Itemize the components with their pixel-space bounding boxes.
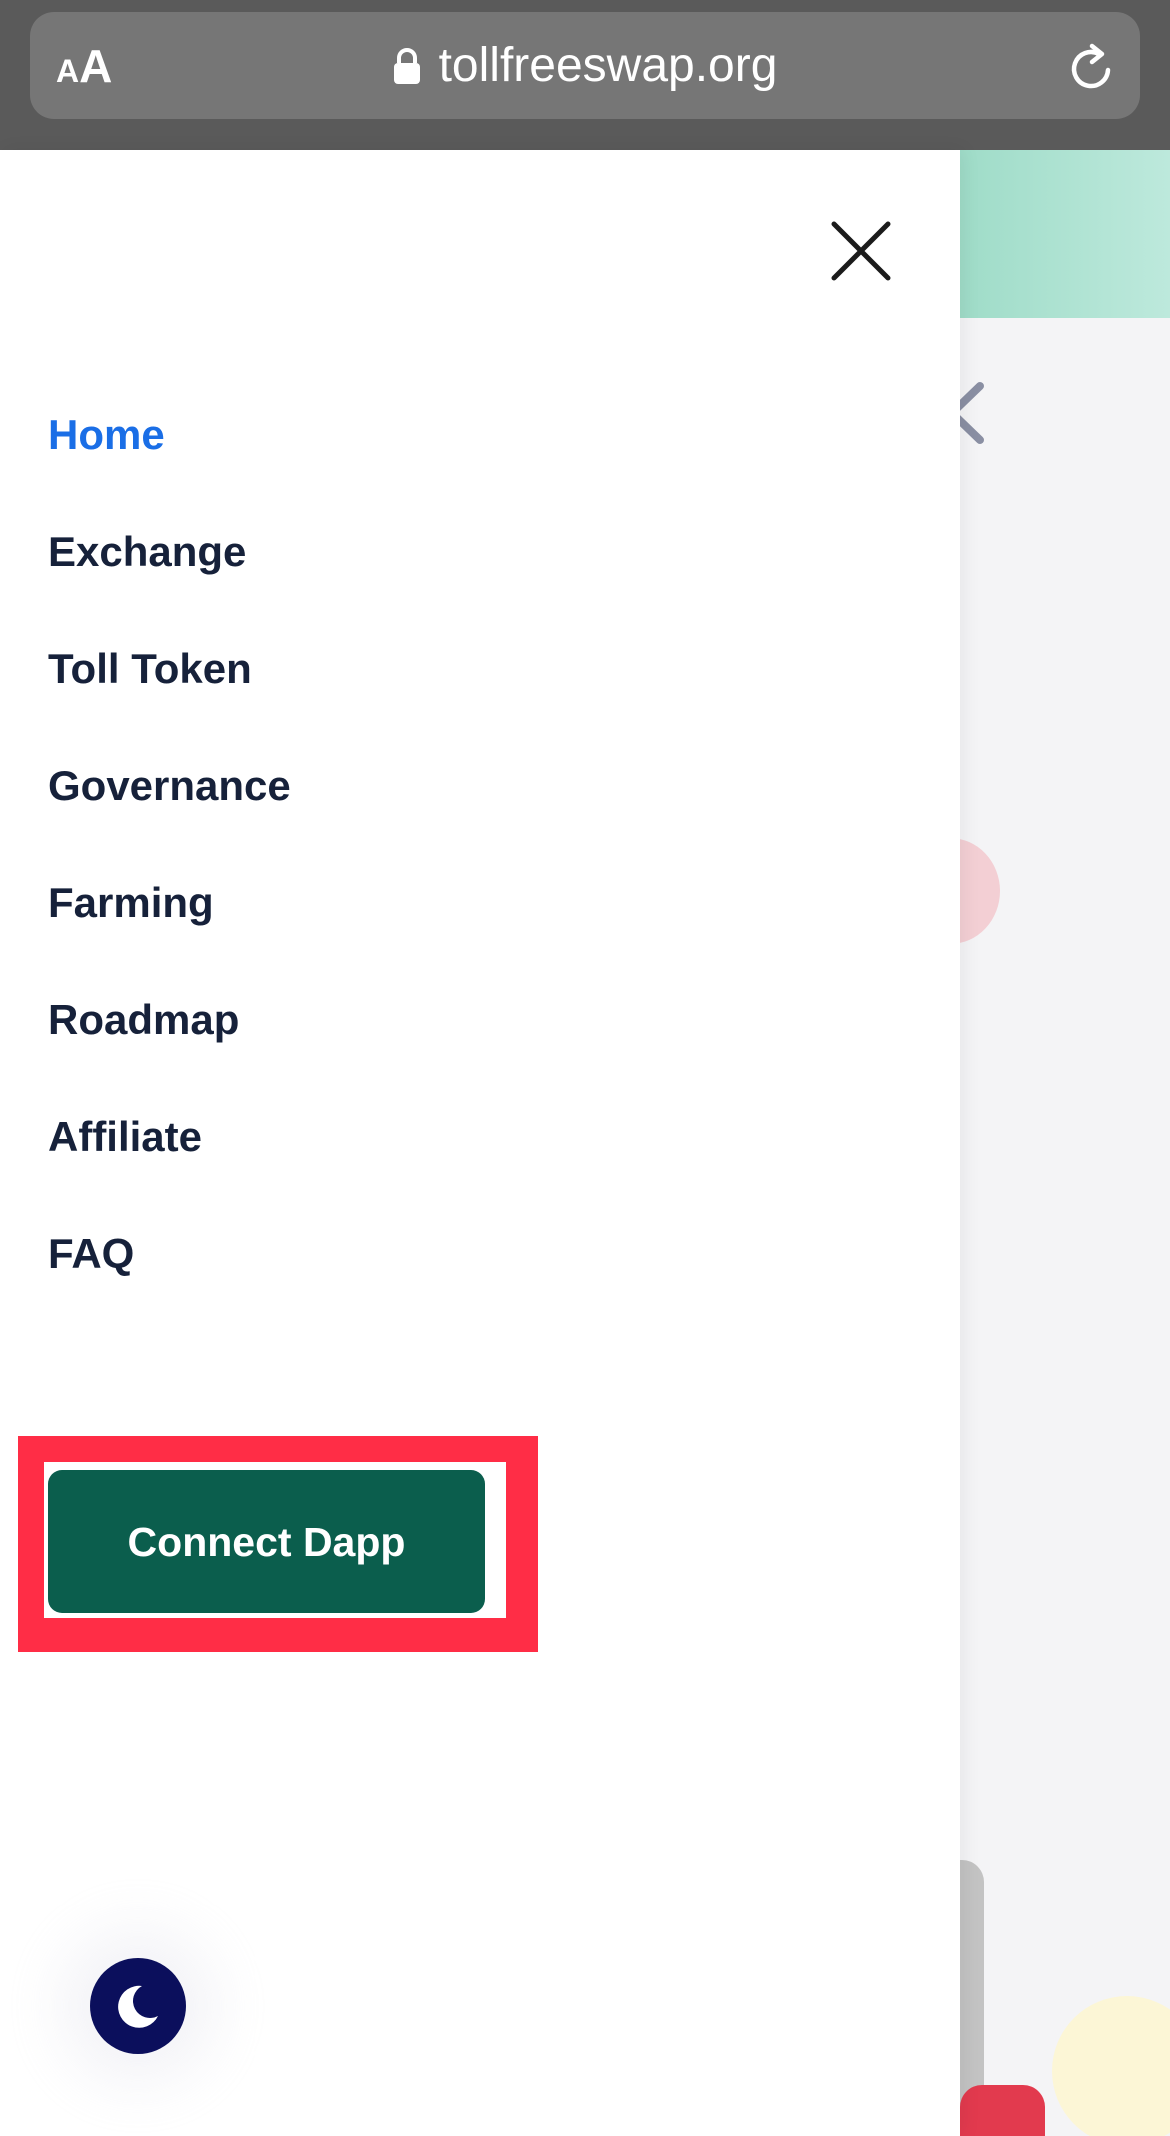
nav-item-faq[interactable]: FAQ xyxy=(48,1229,291,1346)
address-bar[interactable]: AA tollfreeswap.org xyxy=(30,12,1140,119)
lock-icon xyxy=(393,48,420,84)
nav-item-farming[interactable]: Farming xyxy=(48,878,291,995)
nav-item-exchange[interactable]: Exchange xyxy=(48,527,291,644)
nav-item-home[interactable]: Home xyxy=(48,410,291,527)
reload-icon[interactable] xyxy=(1066,40,1120,94)
nav-item-governance[interactable]: Governance xyxy=(48,761,291,878)
nav-menu: Home Exchange Toll Token Governance Farm… xyxy=(48,410,291,1346)
chevron-left-icon xyxy=(960,382,984,444)
background-red-shape xyxy=(960,2085,1045,2136)
decorative-circle-pink xyxy=(960,838,1000,944)
nav-item-toll-token[interactable]: Toll Token xyxy=(48,644,291,761)
theme-toggle-button[interactable] xyxy=(90,1958,186,2054)
url-text: tollfreeswap.org xyxy=(438,39,778,92)
navigation-drawer: Home Exchange Toll Token Governance Farm… xyxy=(0,150,960,2136)
nav-item-affiliate[interactable]: Affiliate xyxy=(48,1112,291,1229)
decorative-circle-yellow xyxy=(1052,1996,1170,2136)
nav-item-roadmap[interactable]: Roadmap xyxy=(48,995,291,1112)
url-display[interactable]: tollfreeswap.org xyxy=(30,36,1140,96)
background-page xyxy=(960,150,1170,2136)
browser-toolbar: AA tollfreeswap.org xyxy=(0,0,1170,150)
connect-dapp-button[interactable]: Connect Dapp xyxy=(48,1470,485,1613)
close-icon[interactable] xyxy=(826,216,896,286)
moon-icon xyxy=(118,1985,158,2028)
background-banner xyxy=(960,150,1170,318)
